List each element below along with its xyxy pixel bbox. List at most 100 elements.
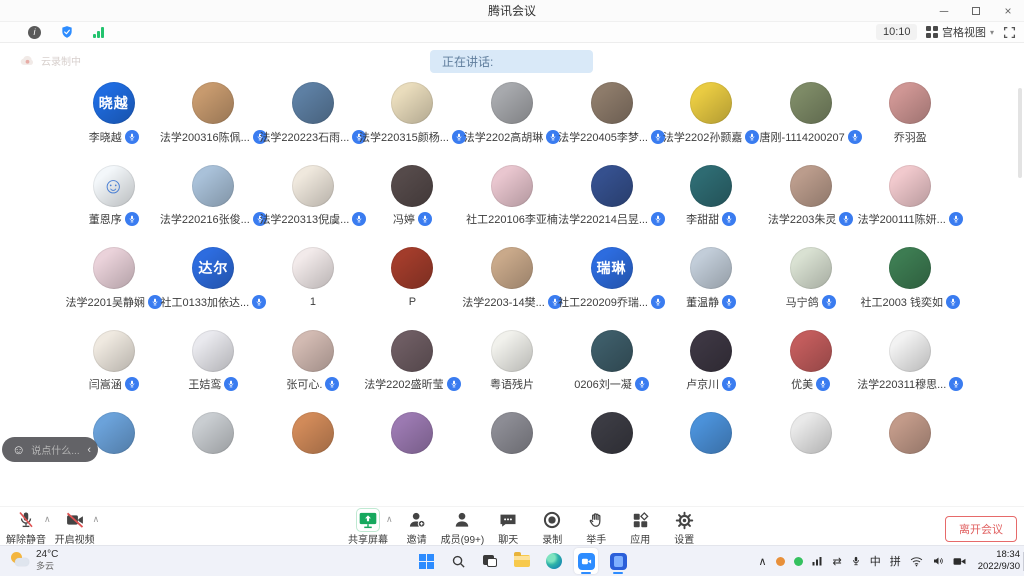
leave-meeting-button[interactable]: 离开会议 bbox=[945, 516, 1017, 542]
scrollbar[interactable] bbox=[1018, 88, 1022, 178]
participant-tile[interactable]: 达尔 社工0133加依达... bbox=[164, 244, 263, 327]
participant-tile[interactable]: 法学2202盛昕莹 bbox=[363, 327, 462, 410]
participant-tile[interactable]: 李甜甜 bbox=[662, 162, 761, 245]
participant-tile[interactable]: 晓越 李晓越 bbox=[64, 79, 163, 162]
ime-mode-button[interactable]: 拼 bbox=[890, 553, 901, 569]
participant-name-row: 李甜甜 bbox=[686, 212, 736, 227]
start-video-button[interactable]: 开启视频 bbox=[53, 510, 97, 546]
meeting-info-icon[interactable]: i bbox=[27, 25, 42, 40]
security-shield-icon[interactable] bbox=[59, 25, 74, 40]
participant-tile[interactable]: 闫嵩涵 bbox=[64, 327, 163, 410]
participant-tile[interactable]: 粤语残片 bbox=[462, 327, 561, 410]
tencent-meeting-app-button[interactable] bbox=[574, 548, 598, 574]
apps-button[interactable]: 应用 bbox=[618, 510, 662, 546]
tray-expand-chevron[interactable]: ∧ bbox=[758, 555, 766, 568]
participant-tile[interactable]: ☺ 董恩序 bbox=[64, 162, 163, 245]
participant-tile[interactable]: 法学2202孙颢嘉 bbox=[662, 79, 761, 162]
tray-app-icon-green[interactable] bbox=[794, 557, 803, 566]
participant-tile[interactable]: 张可心. bbox=[263, 327, 362, 410]
avatar bbox=[93, 412, 135, 454]
unmute-button[interactable]: 解除静音 bbox=[4, 510, 48, 546]
participant-mic-icon bbox=[848, 130, 862, 144]
participant-tile[interactable]: 法学2201吴静娴 bbox=[64, 244, 163, 327]
participant-tile[interactable] bbox=[861, 409, 960, 492]
participant-tile[interactable] bbox=[562, 409, 661, 492]
participant-tile[interactable]: 0206刘一凝 bbox=[562, 327, 661, 410]
participant-mic-icon bbox=[946, 295, 960, 309]
participant-tile[interactable]: 法学220405李梦... bbox=[562, 79, 661, 162]
participant-tile[interactable]: 法学220311穆思... bbox=[861, 327, 960, 410]
participant-tile[interactable]: 瑞琳 社工220209乔瑞... bbox=[562, 244, 661, 327]
collapse-chat-icon[interactable]: ‹ bbox=[87, 444, 91, 456]
participant-tile[interactable] bbox=[164, 409, 263, 492]
invite-button[interactable]: 邀请 bbox=[395, 510, 439, 546]
participant-tile[interactable]: 法学200316陈佩... bbox=[164, 79, 263, 162]
edge-browser-button[interactable] bbox=[542, 548, 566, 574]
participant-tile[interactable]: 法学200111陈妍... bbox=[861, 162, 960, 245]
participant-tile[interactable] bbox=[462, 409, 561, 492]
participant-tile[interactable]: 唐刚-1114200207 bbox=[761, 79, 860, 162]
participant-tile[interactable] bbox=[263, 409, 362, 492]
network-signal-icon[interactable] bbox=[91, 25, 106, 40]
view-mode-label: 宫格视图 bbox=[942, 24, 986, 40]
participant-tile[interactable]: 董温静 bbox=[662, 244, 761, 327]
tray-signal-icon[interactable] bbox=[812, 556, 824, 566]
view-mode-button[interactable]: 宫格视图 ▾ bbox=[926, 24, 994, 40]
tray-mic-icon[interactable] bbox=[851, 555, 861, 567]
raise-hand-button[interactable]: 举手 bbox=[574, 510, 618, 546]
start-button[interactable] bbox=[414, 548, 438, 574]
members-button[interactable]: 成员(99+) bbox=[439, 510, 487, 546]
participant-tile[interactable]: 法学220223石雨... bbox=[263, 79, 362, 162]
share-screen-button[interactable]: 共享屏幕 bbox=[346, 510, 390, 546]
emoji-icon[interactable]: ☺ bbox=[12, 443, 25, 456]
participant-tile[interactable] bbox=[363, 409, 462, 492]
participant-tile[interactable] bbox=[761, 409, 860, 492]
restore-button[interactable] bbox=[960, 0, 992, 22]
chat-button[interactable]: 聊天 bbox=[486, 510, 530, 546]
taskbar-weather-widget[interactable]: 24°C 多云 bbox=[10, 549, 58, 571]
participant-tile[interactable]: 社工2003 钱奕如 bbox=[861, 244, 960, 327]
participant-tile[interactable]: 王姞鸾 bbox=[164, 327, 263, 410]
chat-input-placeholder[interactable]: 说点什么... bbox=[31, 442, 81, 457]
ime-language-button[interactable]: 中 bbox=[870, 553, 881, 569]
tray-switch-icon[interactable]: ⇄ bbox=[833, 555, 842, 568]
participant-tile[interactable]: 优美 bbox=[761, 327, 860, 410]
participant-tile[interactable] bbox=[662, 409, 761, 492]
taskbar-clock[interactable]: 18:34 2022/9/30 bbox=[978, 549, 1020, 573]
participant-tile[interactable]: 乔羽盈 bbox=[861, 79, 960, 162]
participant-tile[interactable]: 法学220216张俊... bbox=[164, 162, 263, 245]
tray-camera-icon[interactable] bbox=[953, 556, 966, 567]
participant-tile[interactable]: 冯婷 bbox=[363, 162, 462, 245]
participant-tile[interactable]: 马宁鸽 bbox=[761, 244, 860, 327]
file-explorer-button[interactable] bbox=[510, 548, 534, 574]
record-button[interactable]: 录制 bbox=[530, 510, 574, 546]
participant-tile[interactable]: 1 bbox=[263, 244, 362, 327]
video-options-chevron[interactable]: ∧ bbox=[93, 514, 100, 525]
settings-button[interactable]: 设置 bbox=[662, 510, 706, 546]
avatar bbox=[591, 330, 633, 372]
close-button[interactable]: × bbox=[992, 0, 1024, 22]
participant-tile[interactable]: 法学220313倪虞... bbox=[263, 162, 362, 245]
participant-name-row: 法学2202高胡琳 bbox=[464, 129, 560, 144]
participant-tile[interactable]: 法学220214吕昱... bbox=[562, 162, 661, 245]
participant-tile[interactable]: 法学220315颜杨... bbox=[363, 79, 462, 162]
participant-tile[interactable]: 卢京川 bbox=[662, 327, 761, 410]
minimize-button[interactable]: ─ bbox=[928, 0, 960, 22]
participant-tile[interactable]: 社工220106李亚楠 bbox=[462, 162, 561, 245]
participant-tile[interactable]: P bbox=[363, 244, 462, 327]
participant-name-row: 优美 bbox=[791, 377, 830, 392]
blue-app-button[interactable] bbox=[606, 548, 630, 574]
participant-tile[interactable]: 法学2203-14樊... bbox=[462, 244, 561, 327]
participant-tile[interactable]: 法学2202高胡琳 bbox=[462, 79, 561, 162]
quick-chat-bubble[interactable]: ☺ 说点什么... ‹ bbox=[2, 437, 98, 462]
task-view-button[interactable] bbox=[478, 548, 502, 574]
share-options-chevron[interactable]: ∧ bbox=[386, 514, 393, 525]
speaker-icon[interactable] bbox=[932, 555, 944, 567]
blue-app-icon bbox=[610, 553, 627, 570]
audio-options-chevron[interactable]: ∧ bbox=[44, 514, 51, 525]
fullscreen-button[interactable] bbox=[1003, 26, 1016, 39]
search-button[interactable] bbox=[446, 548, 470, 574]
tray-app-icon-orange[interactable] bbox=[776, 557, 785, 566]
participant-tile[interactable]: 法学2203朱灵 bbox=[761, 162, 860, 245]
wifi-icon[interactable] bbox=[910, 556, 923, 567]
